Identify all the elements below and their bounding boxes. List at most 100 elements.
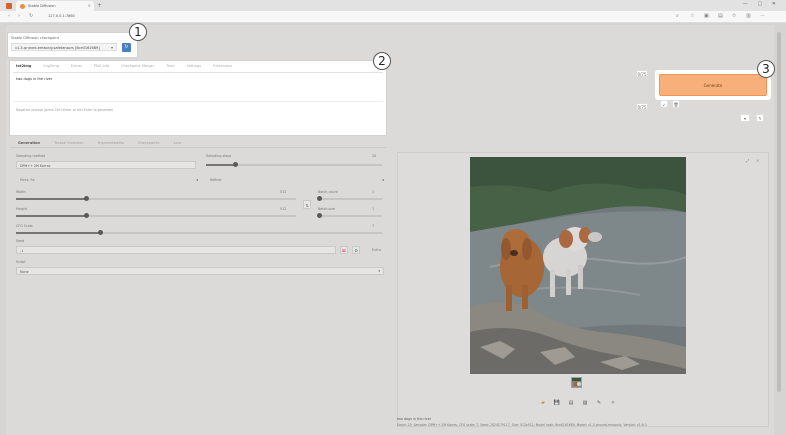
- thumbnail-drawing: [572, 378, 581, 387]
- browser-app-icon[interactable]: [6, 3, 12, 9]
- cfg-scale-slider[interactable]: [16, 230, 382, 235]
- width-value[interactable]: 512: [280, 190, 286, 194]
- trash-icon[interactable]: 🗑: [672, 100, 680, 108]
- back-icon[interactable]: ‹: [8, 13, 10, 19]
- send-to-inpaint-icon[interactable]: ✎: [595, 400, 603, 407]
- batch-count-label: Batch count: [318, 190, 338, 194]
- script-select[interactable]: None ▾: [16, 267, 384, 275]
- seed-input[interactable]: -1: [16, 246, 336, 254]
- sampling-steps-slider[interactable]: [206, 162, 382, 167]
- refresh-checkpoints-button[interactable]: ↻: [122, 43, 131, 52]
- tab-settings[interactable]: Settings: [187, 64, 201, 72]
- reuse-seed-recycle-icon[interactable]: ♻: [352, 246, 360, 254]
- tab-txt2img[interactable]: txt2img: [16, 64, 31, 72]
- tab-extensions[interactable]: Extensions: [213, 64, 232, 72]
- tab-hypernetworks[interactable]: Hypernetworks: [98, 141, 125, 145]
- tab-textual-inversion[interactable]: Textual Inversion: [54, 141, 84, 145]
- window-controls[interactable]: — ▢ ✕: [743, 1, 780, 7]
- save-icon[interactable]: 💾: [553, 400, 561, 407]
- generated-image[interactable]: [470, 157, 686, 374]
- sampling-steps-knob[interactable]: [233, 162, 239, 167]
- batch-size-value[interactable]: 1: [372, 207, 374, 211]
- favorites-icon[interactable]: ✩: [732, 13, 736, 19]
- seed-value: -1: [20, 248, 24, 253]
- positive-prompt-input[interactable]: two dogs in the river: [16, 77, 52, 81]
- random-seed-dice-icon[interactable]: ⚄: [340, 246, 348, 254]
- gallery-thumbnail[interactable]: [571, 377, 582, 388]
- reload-icon[interactable]: ↻: [29, 13, 33, 19]
- marker-1: 1: [129, 23, 147, 41]
- checkpoint-value: v1-5-pruned-emaonly.safetensors [6ce0161…: [15, 45, 100, 50]
- split-view-icon[interactable]: ▤: [718, 13, 723, 19]
- url-text: 127.0.0.1:7860: [48, 14, 75, 18]
- edit-styles-icon[interactable]: ✎: [756, 114, 764, 122]
- cfg-scale-knob[interactable]: [97, 230, 103, 235]
- collections-icon[interactable]: ▥: [746, 13, 751, 19]
- height-value[interactable]: 512: [280, 207, 286, 211]
- tab-checkpoint-merger[interactable]: Checkpoint Merger: [121, 64, 154, 72]
- tab-train[interactable]: Train: [166, 64, 174, 72]
- refresh-icon: ↻: [124, 44, 129, 50]
- new-tab-icon[interactable]: +: [97, 2, 102, 9]
- tab-generation[interactable]: Generation: [18, 141, 40, 145]
- refiner-caret-icon[interactable]: ◂: [382, 177, 384, 182]
- batch-size-label: Batch size: [318, 207, 335, 211]
- height-slider[interactable]: [16, 213, 296, 218]
- gallery-fullscreen-icon[interactable]: ⤢: [746, 158, 749, 163]
- styles-select[interactable]: ▾: [740, 114, 750, 122]
- tab-png-info[interactable]: PNG Info: [94, 64, 109, 72]
- batch-size-slider[interactable]: [316, 213, 382, 218]
- tab-close-icon[interactable]: ×: [88, 3, 91, 8]
- tab-checkpoints[interactable]: Checkpoints: [138, 141, 160, 145]
- send-to-img2img-icon[interactable]: ▨: [581, 400, 589, 407]
- swap-dimensions-button[interactable]: ⇅: [303, 200, 311, 209]
- cfg-scale-value[interactable]: 7: [372, 224, 374, 228]
- width-slider[interactable]: [16, 196, 296, 201]
- refiner-checkbox[interactable]: Refiner: [210, 178, 222, 182]
- tab-favicon-icon: [20, 4, 25, 9]
- extensions-icon[interactable]: ▣: [704, 13, 709, 19]
- tab-extras[interactable]: Extras: [71, 64, 82, 72]
- tab-img2img[interactable]: img2img: [43, 64, 58, 72]
- prompt-divider: [13, 101, 383, 102]
- extra-seed-checkbox[interactable]: Extra: [372, 248, 381, 252]
- generate-button[interactable]: Generate: [659, 74, 767, 96]
- url-input[interactable]: 127.0.0.1:7860: [42, 13, 652, 21]
- width-knob[interactable]: [83, 196, 89, 201]
- browser-tab[interactable]: Stable Diffusion ×: [16, 1, 94, 11]
- checkpoint-label: Stable Diffusion checkpoint: [11, 36, 59, 40]
- script-caret-icon: ▾: [378, 269, 380, 273]
- batch-size-knob[interactable]: [316, 213, 322, 218]
- hires-fix-checkbox[interactable]: Hires. fix: [20, 178, 35, 182]
- marker-2: 2: [373, 52, 391, 70]
- sampling-method-value: DPM++ 2M Karras: [20, 163, 51, 168]
- token-counter: 0/75: [636, 70, 648, 77]
- seed-label: Seed: [16, 239, 25, 243]
- script-value: None: [20, 269, 29, 274]
- batch-count-knob[interactable]: [316, 196, 322, 201]
- batch-count-slider[interactable]: [316, 196, 382, 201]
- sampling-steps-value[interactable]: 20: [372, 154, 376, 158]
- tabs-divider: [13, 72, 383, 73]
- hires-fix-caret-icon[interactable]: ◂: [196, 177, 198, 182]
- gallery-close-icon[interactable]: ×: [756, 158, 759, 163]
- sampling-steps-label: Sampling steps: [206, 154, 232, 158]
- zip-icon[interactable]: ▤: [567, 400, 575, 407]
- forward-icon[interactable]: ›: [18, 13, 20, 19]
- batch-count-value[interactable]: 1: [372, 190, 374, 194]
- prompt-panel: txt2img img2img Extras PNG Info Checkpoi…: [9, 60, 387, 136]
- send-to-extras-icon[interactable]: ✧: [609, 400, 617, 407]
- width-label: Width: [16, 190, 26, 194]
- negative-prompt-input[interactable]: Negative prompt (press Ctrl+Enter or Alt…: [16, 108, 113, 112]
- sampling-method-select[interactable]: DPM++ 2M Karras: [16, 161, 196, 169]
- tab-lora[interactable]: Lora: [174, 141, 182, 145]
- star-icon[interactable]: ☆: [690, 13, 694, 19]
- generation-settings: Sampling method DPM++ 2M Karras Sampling…: [10, 150, 390, 405]
- open-folder-icon[interactable]: ▰: [539, 400, 547, 407]
- read-params-arrow-icon[interactable]: ↙: [660, 100, 668, 108]
- page-scrollbar[interactable]: [777, 32, 781, 392]
- height-knob[interactable]: [83, 213, 89, 218]
- zoom-icon[interactable]: ⌕: [676, 13, 679, 19]
- checkpoint-select[interactable]: v1-5-pruned-emaonly.safetensors [6ce0161…: [11, 43, 117, 51]
- menu-icon[interactable]: ⋯: [760, 13, 765, 19]
